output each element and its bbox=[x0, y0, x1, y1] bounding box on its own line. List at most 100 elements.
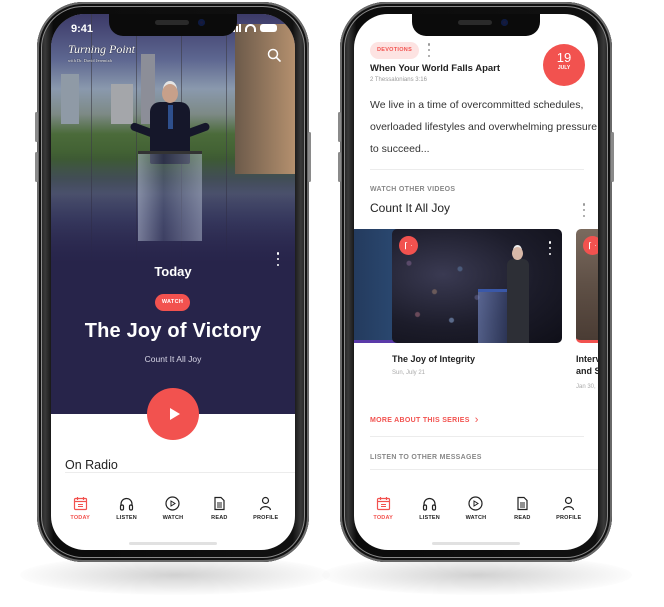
divider bbox=[370, 469, 598, 470]
tab-label: READ bbox=[211, 515, 228, 521]
tab-label: LISTEN bbox=[419, 515, 440, 521]
speaker-grille bbox=[155, 20, 189, 25]
on-radio-heading: On Radio bbox=[65, 458, 118, 472]
user-icon bbox=[563, 496, 575, 511]
play-button[interactable] bbox=[583, 236, 598, 255]
calendar-icon bbox=[376, 497, 390, 511]
chevron-right-icon: › bbox=[474, 414, 479, 426]
home-indicator[interactable] bbox=[432, 542, 520, 545]
tab-watch[interactable]: WATCH bbox=[151, 496, 195, 536]
series-subtitle: Count It All Joy bbox=[144, 354, 202, 364]
tab-label: READ bbox=[514, 515, 531, 521]
date-badge: 19 JULY bbox=[543, 44, 585, 86]
document-icon bbox=[214, 496, 225, 511]
video-date: Sun, July 21 bbox=[392, 370, 426, 376]
headphones-icon bbox=[422, 497, 437, 511]
video-card[interactable] bbox=[576, 229, 598, 343]
camera bbox=[198, 19, 205, 26]
search-icon[interactable] bbox=[267, 48, 281, 62]
video-title[interactable]: Interv and S bbox=[576, 353, 598, 377]
tab-profile[interactable]: PROFILE bbox=[244, 496, 288, 536]
video-title-line: and S bbox=[576, 366, 598, 376]
tab-label: WATCH bbox=[162, 515, 184, 521]
tab-label: LISTEN bbox=[116, 515, 137, 521]
more-options-icon[interactable] bbox=[582, 203, 586, 217]
play-circle-icon bbox=[165, 496, 181, 511]
series-title: Count It All Joy bbox=[370, 201, 451, 215]
divider bbox=[370, 169, 584, 170]
devotion-excerpt: We live in a time of overcommitted sched… bbox=[370, 99, 598, 155]
user-icon bbox=[260, 496, 272, 511]
head bbox=[162, 84, 178, 103]
play-icon bbox=[169, 408, 180, 420]
date-month: JULY bbox=[557, 65, 571, 71]
volume-button bbox=[35, 112, 38, 142]
more-options-icon[interactable] bbox=[548, 241, 552, 255]
play-button[interactable] bbox=[399, 236, 418, 255]
volume-button bbox=[35, 152, 38, 182]
building bbox=[61, 74, 79, 124]
video-card[interactable] bbox=[392, 229, 562, 343]
more-options-icon[interactable] bbox=[427, 43, 431, 57]
podium bbox=[138, 151, 202, 241]
scripture-reference: 2 Thessalonians 3:16 bbox=[370, 77, 427, 83]
devotion-title[interactable]: When Your World Falls Apart bbox=[370, 63, 500, 74]
devotions-badge[interactable]: DEVOTIONS bbox=[370, 42, 419, 59]
camera bbox=[501, 19, 508, 26]
play-circle-icon bbox=[468, 496, 484, 511]
video-title-line: Interv bbox=[576, 354, 598, 364]
play-button[interactable] bbox=[147, 388, 199, 440]
logo-tagline: with Dr. David Jeremiah bbox=[68, 58, 112, 63]
screen-today: 9:41 Turning Point with Dr. David Jeremi… bbox=[51, 14, 295, 550]
tab-watch[interactable]: WATCH bbox=[454, 496, 498, 536]
preacher-figure bbox=[504, 247, 534, 343]
tab-label: PROFILE bbox=[556, 515, 582, 521]
more-about-series-link[interactable]: MORE ABOUT THIS SERIES › bbox=[370, 414, 479, 426]
headphones-icon bbox=[119, 497, 134, 511]
turning-point-logo[interactable]: Turning Point with Dr. David Jeremiah bbox=[68, 42, 136, 66]
status-time: 9:41 bbox=[71, 23, 94, 35]
tab-read[interactable]: READ bbox=[500, 496, 544, 536]
listen-other-messages-label: LISTEN TO OTHER MESSAGES bbox=[370, 454, 482, 461]
tab-label: TODAY bbox=[70, 515, 91, 521]
tab-listen[interactable]: LISTEN bbox=[408, 496, 452, 536]
phone-left: 9:41 Turning Point with Dr. David Jeremi… bbox=[35, 2, 311, 562]
watch-other-videos-label: WATCH OTHER VIDEOS bbox=[370, 186, 456, 193]
tab-read[interactable]: READ bbox=[197, 496, 241, 536]
tab-listen[interactable]: LISTEN bbox=[105, 496, 149, 536]
tie bbox=[168, 105, 173, 129]
tab-profile[interactable]: PROFILE bbox=[547, 496, 591, 536]
tab-label: WATCH bbox=[465, 515, 487, 521]
power-button bbox=[308, 132, 311, 182]
building bbox=[235, 24, 295, 174]
date-day: 19 bbox=[556, 50, 572, 65]
section-label-today: Today bbox=[154, 264, 192, 279]
tab-label: TODAY bbox=[373, 515, 394, 521]
divider bbox=[370, 436, 584, 437]
more-link-label: MORE ABOUT THIS SERIES bbox=[370, 416, 470, 424]
notch bbox=[412, 14, 540, 36]
play-icon bbox=[589, 241, 596, 250]
speaker-grille bbox=[458, 20, 492, 25]
volume-button bbox=[338, 112, 341, 142]
message-title: The Joy of Victory bbox=[84, 320, 262, 342]
building bbox=[111, 84, 133, 124]
notch bbox=[109, 14, 237, 36]
video-date: Jan 30, bbox=[576, 384, 596, 390]
battery-icon bbox=[260, 24, 277, 32]
video-title[interactable]: The Joy of Integrity bbox=[392, 353, 475, 365]
screen-devotions: DEVOTIONS 19 JULY When Your World Falls … bbox=[354, 14, 598, 550]
tab-today[interactable]: TODAY bbox=[361, 496, 405, 536]
phone-right: DEVOTIONS 19 JULY When Your World Falls … bbox=[338, 2, 614, 562]
home-indicator[interactable] bbox=[129, 542, 217, 545]
tab-bar: TODAY LISTEN WATCH READ PROFILE bbox=[51, 496, 295, 536]
tab-label: PROFILE bbox=[253, 515, 279, 521]
tab-bar: TODAY LISTEN WATCH READ PROFILE bbox=[354, 496, 598, 536]
power-button bbox=[611, 132, 614, 182]
watch-badge[interactable]: WATCH bbox=[155, 294, 190, 311]
calendar-icon bbox=[73, 497, 87, 511]
document-icon bbox=[517, 496, 528, 511]
logo-text: Turning Point bbox=[68, 42, 136, 56]
status-icons bbox=[230, 24, 277, 32]
tab-today[interactable]: TODAY bbox=[58, 496, 102, 536]
